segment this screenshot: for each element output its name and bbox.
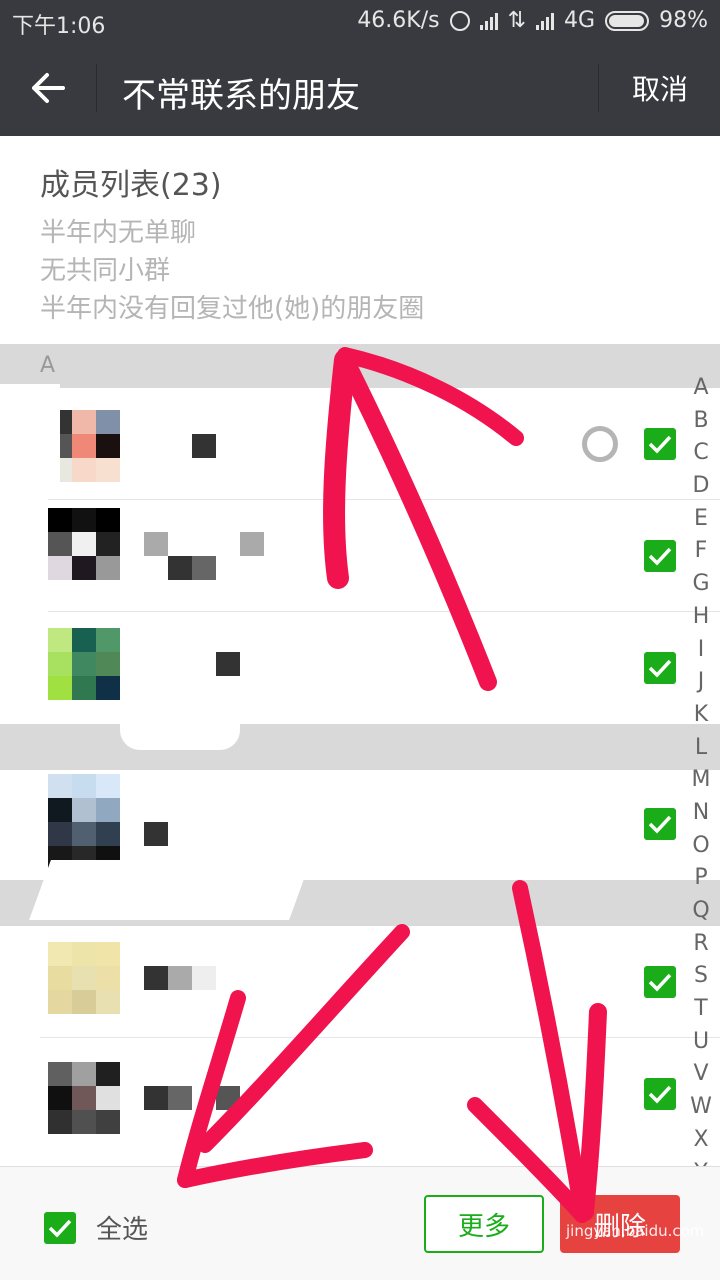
index-letter[interactable]: T [686, 993, 716, 1026]
index-letter[interactable]: C [686, 437, 716, 470]
criteria-line: 半年内无单聊 [40, 218, 197, 248]
index-letter[interactable]: L [686, 732, 716, 765]
alphabet-index[interactable]: ABCDEFGHIJKLMNOPQRSTUVWXY [686, 372, 716, 1189]
check-icon [648, 1085, 672, 1104]
member-info: 成员列表(23) 半年内无单聊 无共同小群 半年内没有回复过他(她)的朋友圈 [40, 160, 424, 328]
index-letter[interactable]: W [686, 1091, 716, 1124]
index-letter[interactable]: A [686, 372, 716, 405]
network-type: 4G [564, 8, 596, 33]
index-letter[interactable]: F [686, 535, 716, 568]
contact-name [144, 532, 264, 556]
index-letter[interactable]: V [686, 1058, 716, 1091]
page-title: 不常联系的朋友 [122, 76, 360, 116]
avatar [48, 508, 120, 580]
cancel-button[interactable]: 取消 [600, 40, 720, 136]
check-icon [648, 815, 672, 834]
select-all-checkbox[interactable] [44, 1211, 76, 1244]
status-bar: 下午1:06 46.6K/s ⇅ 4G 98% [0, 0, 720, 40]
scribble-cover [120, 690, 240, 750]
select-checkbox[interactable] [644, 540, 676, 572]
avatar [48, 774, 120, 870]
select-checkbox[interactable] [644, 966, 676, 998]
app-bar-divider [96, 64, 97, 112]
moments-icon [582, 426, 618, 462]
app-bar-divider-right [598, 64, 599, 112]
contact-name [192, 434, 216, 458]
arrow-left-icon [32, 73, 65, 103]
check-icon [648, 547, 672, 566]
section-header [0, 724, 720, 770]
select-checkbox[interactable] [644, 428, 676, 460]
avatar [48, 628, 120, 700]
contact-row[interactable] [0, 500, 720, 612]
check-icon [648, 435, 672, 454]
contact-name-2 [168, 556, 216, 580]
select-all-label: 全选 [96, 1215, 149, 1245]
contact-row[interactable] [0, 612, 720, 724]
contact-name [216, 652, 240, 676]
index-letter[interactable]: G [686, 568, 716, 601]
index-letter[interactable]: E [686, 503, 716, 536]
avatar [48, 942, 120, 1014]
check-icon [48, 1219, 72, 1238]
index-letter[interactable]: N [686, 797, 716, 830]
contact-name [144, 966, 216, 990]
index-letter[interactable]: M [686, 764, 716, 797]
index-letter[interactable]: Q [686, 895, 716, 928]
index-letter[interactable]: R [686, 928, 716, 961]
battery-percent: 98% [659, 8, 708, 33]
criteria-line: 无共同小群 [40, 256, 171, 286]
index-letter[interactable]: I [686, 634, 716, 667]
signal-icon-2 [536, 12, 555, 30]
avatar [48, 1062, 120, 1134]
index-letter[interactable]: X [686, 1124, 716, 1157]
select-all[interactable]: 全选 [44, 1209, 148, 1246]
status-icons: 46.6K/s ⇅ 4G 98% [357, 8, 708, 33]
status-time: 下午1:06 [12, 14, 106, 39]
contact-name [144, 822, 168, 846]
contact-row[interactable] [0, 1038, 720, 1150]
scribble-cover [29, 860, 311, 920]
select-checkbox[interactable] [644, 652, 676, 684]
select-checkbox[interactable] [644, 1078, 676, 1110]
index-letter[interactable]: O [686, 830, 716, 863]
index-letter[interactable]: J [686, 666, 716, 699]
contact-name [144, 1086, 240, 1110]
check-icon [648, 659, 672, 678]
section-header-a: A [0, 344, 720, 388]
contact-row[interactable] [0, 388, 720, 500]
signal-icon [479, 12, 498, 30]
index-letter[interactable]: B [686, 405, 716, 438]
scribble-cover [0, 384, 60, 494]
index-letter[interactable]: P [686, 862, 716, 895]
battery-icon [605, 10, 650, 31]
index-letter[interactable]: H [686, 601, 716, 634]
member-list-title: 成员列表(23) [40, 168, 222, 203]
scribble-cover [4, 492, 48, 712]
data-transfer-icon: ⇅ [507, 8, 527, 33]
check-icon [648, 973, 672, 992]
select-checkbox[interactable] [644, 808, 676, 840]
watermark: jingyan.baidu.com [566, 1222, 705, 1240]
index-letter[interactable]: K [686, 699, 716, 732]
index-letter[interactable]: D [686, 470, 716, 503]
index-letter[interactable]: U [686, 1026, 716, 1059]
alarm-icon [449, 10, 470, 31]
back-button[interactable] [0, 40, 96, 136]
more-button[interactable]: 更多 [424, 1195, 544, 1253]
criteria-line: 半年内没有回复过他(她)的朋友圈 [40, 294, 425, 324]
index-letter[interactable]: S [686, 960, 716, 993]
app-bar: 不常联系的朋友 取消 [0, 40, 720, 136]
net-speed: 46.6K/s [357, 8, 440, 33]
contact-row[interactable] [0, 926, 720, 1038]
